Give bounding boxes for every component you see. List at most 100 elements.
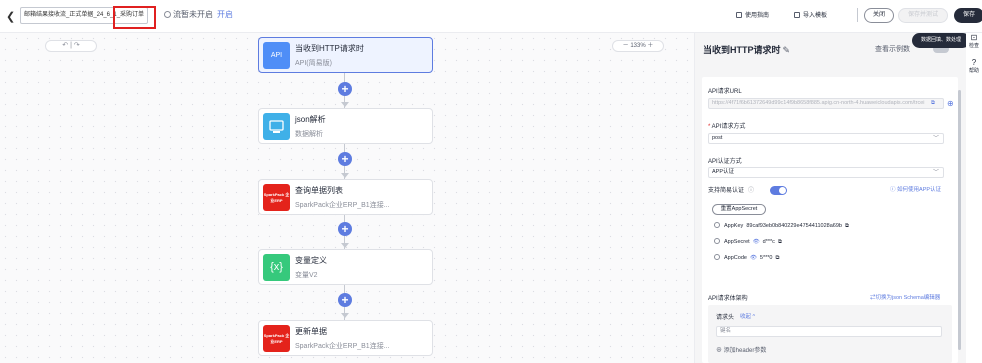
clipboard-check-icon: ⊡: [970, 33, 978, 42]
how-to-use-text: 如何使用APP认证: [897, 187, 942, 193]
copy-icon[interactable]: ⧉: [931, 100, 935, 107]
help-button[interactable]: ? 帮助: [967, 58, 981, 74]
flow-node-json-parse[interactable]: json解析 数据解析: [258, 108, 433, 144]
check-label: 检查: [968, 43, 979, 49]
status-circle-icon: [164, 11, 171, 18]
add-header-button[interactable]: ⊕ 添加header参数: [716, 345, 766, 354]
info-icon: [714, 254, 720, 260]
info-icon: ⓘ: [748, 188, 755, 194]
copy-icon[interactable]: ⧉: [778, 239, 782, 245]
save-button[interactable]: 保存: [954, 8, 982, 23]
simple-auth-row: 支持简易认证 ⓘ: [708, 185, 787, 195]
header-section: 请求头 收起 ^ 键名 ⊕ 添加header参数: [708, 305, 952, 363]
add-step-button[interactable]: +: [338, 82, 352, 96]
flow-arrow-icon: [341, 102, 349, 107]
eye-icon[interactable]: 👁: [753, 239, 760, 245]
api-icon: API: [263, 42, 290, 69]
eye-icon[interactable]: 👁: [750, 255, 757, 261]
view-example-label: 查看示例数: [875, 46, 910, 53]
globe-icon[interactable]: ⊕: [947, 99, 954, 108]
panel-title: 当收到HTTP请求时 ✎: [703, 43, 790, 56]
question-icon: ⓘ: [890, 187, 898, 193]
appsecret-label: AppSecret: [724, 239, 750, 245]
chevron-down-icon: ﹀: [932, 136, 939, 142]
flow-node-http-trigger[interactable]: API 当收到HTTP请求时 API(简易版): [258, 37, 433, 73]
appcode-label: AppCode: [724, 255, 747, 261]
copy-icon[interactable]: ⧉: [776, 255, 780, 261]
api-url-label: API请求URL: [708, 89, 742, 95]
sparkpack-logo: SparkPack 企业ERP: [263, 325, 290, 352]
header-tab[interactable]: 请求头: [716, 312, 734, 321]
node-subtitle: 变量V2: [295, 272, 318, 279]
auth-value: APP认证: [712, 169, 735, 175]
add-step-button[interactable]: +: [338, 152, 352, 166]
appkey-value: 89caf93eb0b840229e4754411028a69b: [746, 223, 842, 229]
body-struct-label: API请求体架构: [708, 296, 748, 302]
tooltip: 数据回填、数处理: [912, 33, 970, 48]
node-subtitle: 数据解析: [295, 131, 323, 138]
help-label: 帮助: [968, 68, 979, 74]
method-label: * API请求方式: [708, 124, 746, 130]
appcode-value: 5***0: [759, 255, 773, 261]
appcode-row: AppCode 👁 5***0 ⧉: [714, 254, 779, 262]
method-select[interactable]: post ﹀: [708, 133, 944, 144]
node-title: 查询单据列表: [295, 186, 343, 195]
chevron-down-icon: ﹀: [932, 170, 939, 176]
reset-appsecret-button[interactable]: 重置AppSecret: [712, 204, 766, 215]
info-icon: [714, 238, 720, 244]
method-value: post: [712, 135, 723, 141]
usage-guide-button[interactable]: 使用指南: [736, 10, 769, 19]
zoom-control[interactable]: － 133% ＋: [612, 40, 664, 52]
flow-node-variable[interactable]: {x} 变量定义 变量V2: [258, 249, 433, 285]
usage-guide-label: 使用指南: [745, 13, 770, 19]
import-template-label: 导入模板: [803, 13, 828, 19]
appkey-row: AppKey 89caf93eb0b840229e4754411028a69b …: [714, 222, 849, 230]
flow-node-update[interactable]: SparkPack 企业ERP 更新单据 SparkPack企业ERP_B1连接…: [258, 320, 433, 356]
api-config-card: API请求URL https://4f71f6b61372649d99c14f9…: [702, 77, 958, 305]
question-icon: ?: [971, 58, 977, 67]
method-label-text: API请求方式: [711, 124, 746, 130]
switch-schema-link[interactable]: ⇄切换为json Schema编辑器: [870, 293, 940, 301]
appsecret-row: AppSecret 👁 d***c ⧉: [714, 238, 782, 246]
close-button[interactable]: 关闭: [864, 8, 894, 23]
import-icon: [794, 12, 800, 18]
edit-icon[interactable]: ✎: [783, 45, 791, 55]
flow-status: 流暂未开启 开启: [164, 9, 233, 20]
api-url-field[interactable]: https://4f71f6b61372649d99c14f9b8658f885…: [708, 98, 944, 109]
request-body-card: API请求体架构 ⇄切换为json Schema编辑器 请求头 收起 ^ 键名 …: [702, 285, 958, 363]
sparkpack-logo: SparkPack 企业ERP: [263, 184, 290, 211]
node-subtitle: SparkPack企业ERP_B1连接...: [295, 202, 390, 209]
right-toolbar: [966, 33, 982, 363]
flow-arrow-icon: [341, 243, 349, 248]
panel-scrollbar[interactable]: [958, 90, 961, 350]
how-to-use-link[interactable]: ⓘ 如何使用APP认证: [890, 185, 941, 193]
divider: [857, 8, 858, 22]
panel-title-text: 当收到HTTP请求时: [703, 45, 781, 55]
collapse-link[interactable]: 收起 ^: [740, 312, 755, 320]
save-and-test-button[interactable]: 保存并测试: [898, 8, 948, 23]
flow-arrow-icon: [341, 173, 349, 178]
node-title: 当收到HTTP请求时: [295, 44, 364, 53]
chevron-left-icon[interactable]: ❮: [6, 10, 15, 23]
book-icon: [736, 12, 742, 18]
import-template-button[interactable]: 导入模板: [794, 10, 827, 19]
top-toolbar: ❮ 邮箱结果接收流_正式单据_24_6_1_采购订单 流暂未开启 开启 使用指南 …: [0, 0, 982, 33]
node-subtitle: SparkPack企业ERP_B1连接...: [295, 343, 390, 350]
flow-open-link[interactable]: 开启: [217, 10, 233, 19]
auth-select[interactable]: APP认证 ﹀: [708, 167, 944, 178]
undo-redo-control[interactable]: ↶ | ↷: [45, 40, 97, 52]
copy-icon[interactable]: ⧉: [845, 223, 849, 229]
simple-auth-toggle[interactable]: [770, 186, 787, 195]
check-button[interactable]: ⊡ 检查: [967, 33, 981, 49]
appkey-label: AppKey: [724, 223, 744, 229]
appsecret-value: d***c: [762, 239, 775, 245]
add-step-button[interactable]: +: [338, 222, 352, 236]
info-icon: [714, 222, 720, 228]
json-parse-icon: [263, 113, 290, 140]
header-key-input[interactable]: 键名: [716, 326, 942, 337]
add-step-button[interactable]: +: [338, 293, 352, 307]
flow-node-query-list[interactable]: SparkPack 企业ERP 查询单据列表 SparkPack企业ERP_B1…: [258, 179, 433, 215]
node-title: 更新单据: [295, 327, 327, 336]
flow-arrow-icon: [341, 313, 349, 318]
node-title: 变量定义: [295, 256, 327, 265]
